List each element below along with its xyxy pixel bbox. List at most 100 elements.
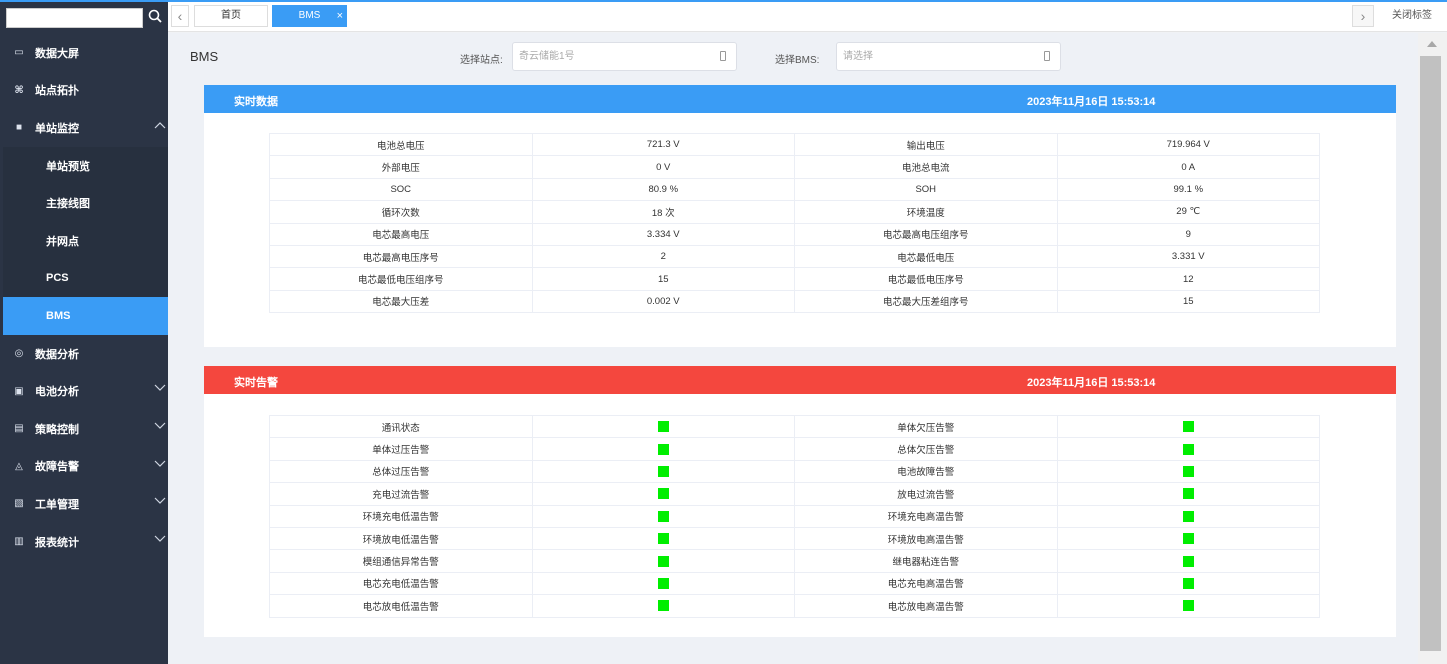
sidebar-item-0[interactable]: ▭ 数据大屏 — [3, 34, 168, 72]
alarm-status-cell — [1056, 594, 1320, 618]
table-row: 单体过压告警 总体欠压告警 — [269, 437, 1320, 461]
sidebar-subitem-3[interactable]: PCS — [3, 259, 168, 298]
sidebar-menu: ▭ 数据大屏 ⌘ 站点拓扑 ■ 单站监控 单站预览 主接线图 并网点 PCS BMS ◎ 数据分析 ▣ 电池… — [3, 34, 168, 560]
bms-select[interactable]: 请选择 — [836, 42, 1061, 71]
sidebar-item-1[interactable]: ⌘ 站点拓扑 — [3, 72, 168, 110]
metric-value: 12 — [1056, 267, 1320, 291]
sidebar-item-label: 数据大屏 — [35, 47, 79, 60]
alarm-label: 单体欠压告警 — [794, 414, 1058, 439]
metric-value: 0.002 V — [531, 289, 795, 314]
select-dropdown-icon — [720, 51, 726, 61]
table-row: 电池总电压 721.3 V 输出电压 719.964 V — [269, 132, 1320, 157]
status-ok-indicator — [657, 421, 669, 433]
alarm-status-cell — [1056, 526, 1320, 551]
tab-home[interactable]: 首页 — [194, 5, 268, 27]
sidebar-subitem-2[interactable]: 并网点 — [3, 221, 168, 260]
search-icon[interactable] — [148, 9, 164, 27]
report-icon: ▥ — [14, 536, 24, 548]
metric-value: 0 V — [531, 155, 795, 179]
bms-select-placeholder: 请选择 — [843, 51, 873, 62]
metric-value: 15 — [1056, 289, 1320, 314]
alarm-status-cell — [1056, 549, 1320, 573]
metric-label: 电池总电流 — [794, 155, 1058, 179]
alarm-label: 继电器粘连告警 — [794, 549, 1058, 573]
metric-label: 环境温度 — [794, 200, 1058, 224]
status-ok-indicator — [1182, 443, 1194, 455]
metric-label: SOH — [794, 177, 1058, 202]
sidebar-item-6[interactable]: ◬ 故障告警 — [3, 448, 168, 486]
strategy-icon: ▤ — [14, 423, 24, 435]
metric-label: 电芯最高电压组序号 — [794, 222, 1058, 246]
chevron-down-icon — [154, 459, 166, 469]
table-row: 总体过压告警 电池故障告警 — [269, 459, 1320, 484]
monitor-station-icon: ■ — [15, 122, 23, 134]
alarm-status-cell — [531, 549, 795, 573]
sidebar-item-3[interactable]: ◎ 数据分析 — [3, 335, 168, 373]
alarm-icon: ◬ — [15, 460, 23, 472]
metric-value: 721.3 V — [531, 132, 795, 157]
sidebar-subitem-4[interactable]: BMS — [3, 297, 168, 335]
battery-icon: ▣ — [14, 385, 24, 397]
analysis-icon: ◎ — [14, 348, 24, 360]
metric-value: 80.9 % — [531, 177, 795, 202]
sidebar-subitem-1[interactable]: 主接线图 — [3, 184, 168, 222]
tab-bms-label: BMS — [298, 10, 321, 21]
alarm-status-cell — [1056, 504, 1320, 528]
sidebar-item-8[interactable]: ▥ 报表统计 — [3, 523, 168, 561]
sidebar-item-5[interactable]: ▤ 策略控制 — [3, 410, 168, 448]
table-row: 充电过流告警 放电过流告警 — [269, 482, 1320, 506]
sidebar-search — [6, 8, 164, 30]
station-select-value: 奇云储能1号 — [519, 51, 575, 62]
scrollbar-thumb[interactable] — [1420, 56, 1441, 651]
table-row: SOC 80.9 % SOH 99.1 % — [269, 177, 1320, 202]
alarm-status-cell — [1056, 571, 1320, 596]
alarm-label: 环境充电低温告警 — [269, 504, 533, 528]
tabs-scroll-left-button[interactable]: ‹ — [171, 5, 189, 27]
metric-label: 输出电压 — [794, 132, 1058, 157]
sidebar-item-4[interactable]: ▣ 电池分析 — [3, 372, 168, 410]
alarm-label: 放电过流告警 — [794, 482, 1058, 506]
metric-label: SOC — [269, 177, 533, 202]
sidebar-item-7[interactable]: ▧ 工单管理 — [3, 485, 168, 523]
status-ok-indicator — [1182, 577, 1194, 589]
realtime-alarm-panel: 实时告警 2023年11月16日 15:53:14 通讯状态 单体欠压告警 单体过压… — [204, 366, 1396, 637]
tab-close-icon[interactable]: × — [337, 6, 343, 26]
status-ok-indicator — [657, 533, 669, 545]
sidebar-subitem-0[interactable]: 单站预览 — [3, 146, 168, 185]
metric-label: 电芯最高电压序号 — [269, 244, 533, 269]
metric-value: 15 — [531, 267, 795, 291]
station-select[interactable]: 奇云储能1号 — [512, 42, 737, 71]
tab-bms[interactable]: BMS × — [272, 5, 347, 27]
metric-label: 外部电压 — [269, 155, 533, 179]
metric-label: 电芯最低电压 — [794, 244, 1058, 269]
realtime-data-time: 2023年11月16日 15:53:14 — [1027, 96, 1156, 108]
table-row: 环境放电低温告警 环境放电高温告警 — [269, 526, 1320, 551]
table-row: 电芯充电低温告警 电芯充电高温告警 — [269, 571, 1320, 596]
alarm-status-cell — [531, 414, 795, 439]
main-content: BMS 选择站点: 奇云储能1号 选择BMS: 请选择 实时数据 2023年11… — [168, 33, 1418, 664]
bms-select-label: 选择BMS: — [775, 55, 820, 66]
realtime-alarm-header: 实时告警 2023年11月16日 15:53:14 — [204, 366, 1396, 394]
metric-value: 3.334 V — [531, 222, 795, 246]
vertical-scrollbar[interactable] — [1418, 33, 1447, 664]
page-title: BMS — [190, 49, 219, 64]
status-ok-indicator — [1182, 510, 1194, 522]
close-tabs-button[interactable]: 关闭标签 — [1392, 6, 1432, 26]
alarm-label: 电芯充电低温告警 — [269, 571, 533, 596]
alarm-label: 模组通信异常告警 — [269, 549, 533, 573]
metric-value: 3.331 V — [1056, 244, 1320, 269]
status-ok-indicator — [1182, 488, 1194, 500]
status-ok-indicator — [657, 443, 669, 455]
alarm-status-cell — [1056, 459, 1320, 484]
search-input[interactable] — [6, 8, 143, 28]
alarm-label: 电芯放电高温告警 — [794, 594, 1058, 618]
tabs-scroll-right-button[interactable]: › — [1352, 5, 1374, 27]
alarm-status-cell — [531, 526, 795, 551]
sidebar-item-label: 报表统计 — [35, 536, 79, 549]
chevron-up-icon — [154, 120, 166, 130]
scroll-up-arrow-icon[interactable] — [1427, 41, 1437, 47]
realtime-alarm-title: 实时告警 — [234, 377, 278, 389]
chevron-right-icon: › — [1360, 8, 1366, 24]
sidebar-item-2[interactable]: ■ 单站监控 — [3, 109, 168, 147]
monitor-icon: ▭ — [14, 47, 24, 59]
